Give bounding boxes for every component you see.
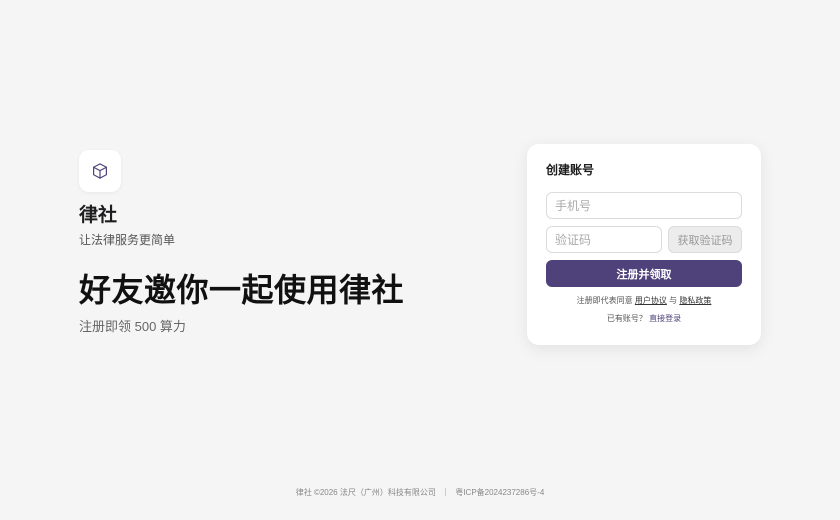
brand-logo	[79, 150, 121, 192]
phone-input[interactable]	[546, 192, 742, 219]
verification-code-row: 获取验证码	[546, 226, 742, 253]
footer-icp-link[interactable]: 粤ICP备2024237286号-4	[455, 488, 544, 497]
signup-card: 创建账号 获取验证码 注册并领取 注册即代表同意 用户协议 与 隐私政策 已有账…	[527, 144, 761, 345]
hero-subline: 注册即领 500 算力	[79, 319, 186, 334]
signup-card-title: 创建账号	[546, 163, 595, 177]
login-prompt: 已有账号？ 直接登录	[546, 314, 742, 324]
verification-code-input[interactable]	[546, 226, 662, 253]
agreement-text: 注册即代表同意 用户协议 与 隐私政策	[546, 296, 742, 306]
footer: 律社 ©2026 法尺（广州）科技有限公司 粤ICP备2024237286号-4	[0, 488, 840, 498]
have-account-text: 已有账号？	[606, 314, 647, 323]
register-submit-button[interactable]: 注册并领取	[546, 260, 742, 287]
hero-headline: 好友邀你一起使用律社	[79, 272, 405, 308]
footer-copyright: 律社 ©2026 法尺（广州）科技有限公司	[295, 488, 436, 497]
user-agreement-link[interactable]: 用户协议	[635, 296, 667, 305]
login-link[interactable]: 直接登录	[649, 314, 681, 323]
brand-name: 律社	[79, 205, 118, 226]
get-code-button[interactable]: 获取验证码	[668, 226, 742, 253]
cube-icon	[93, 163, 107, 179]
hero-section: 律社 让法律服务更简单 好友邀你一起使用律社 注册即领 500 算力	[79, 150, 439, 335]
footer-divider	[445, 488, 447, 496]
brand-tagline: 让法律服务更简单	[79, 233, 176, 247]
privacy-policy-link[interactable]: 隐私政策	[679, 296, 711, 305]
agreement-conjunction: 与	[669, 296, 678, 305]
page: 律社 让法律服务更简单 好友邀你一起使用律社 注册即领 500 算力 创建账号 …	[0, 0, 840, 520]
agreement-prefix: 注册即代表同意	[576, 296, 633, 305]
